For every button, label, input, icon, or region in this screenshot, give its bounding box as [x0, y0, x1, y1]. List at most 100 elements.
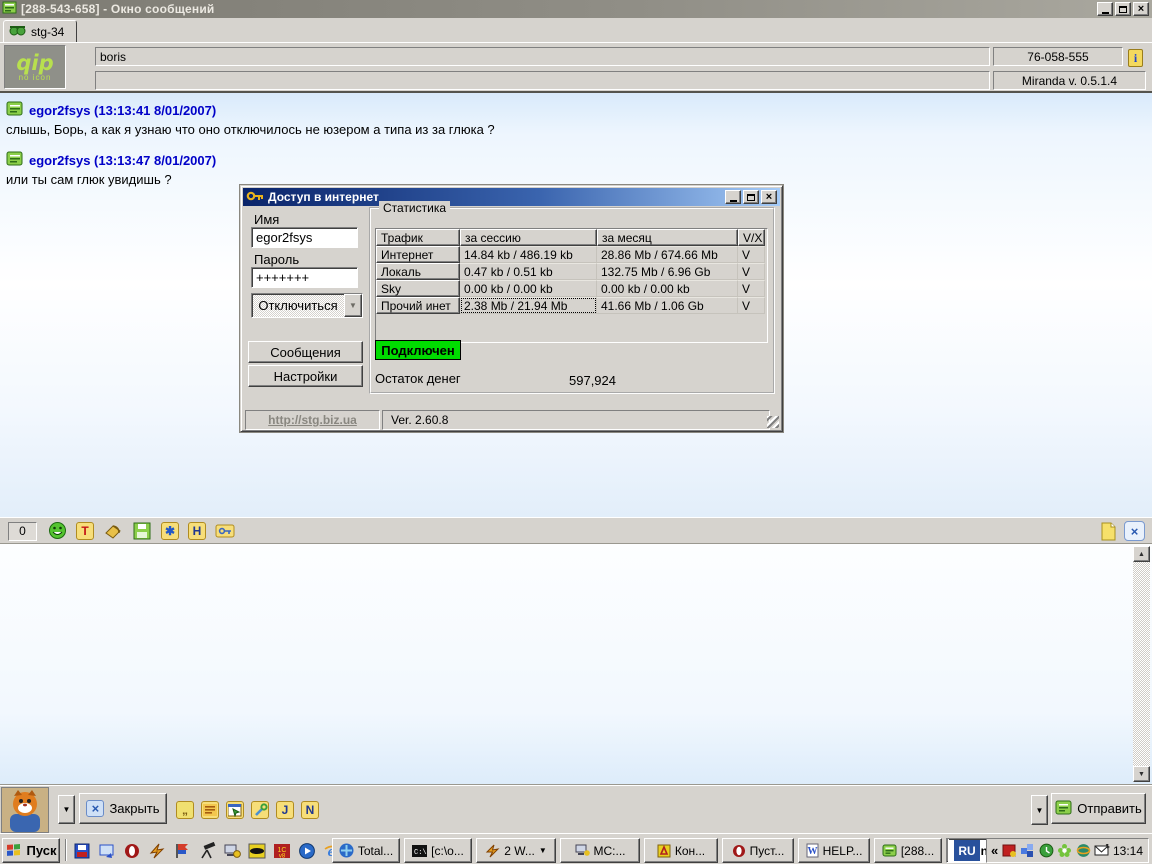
column-header[interactable]: за сессию [460, 229, 597, 246]
task-word-help[interactable]: W HELP... [798, 838, 870, 863]
colored-flag-icon[interactable] [171, 840, 192, 862]
tools-wrench-icon[interactable] [251, 801, 269, 819]
opera-icon[interactable] [121, 840, 142, 862]
tab-stg-34[interactable]: stg-34 [3, 20, 77, 42]
taskbar-separator [947, 839, 949, 861]
row-header[interactable]: Прочий инет [376, 297, 460, 314]
floppy-icon[interactable] [71, 840, 92, 862]
task-console[interactable]: C:\ [c:\o... [404, 838, 472, 863]
tray-network-icon[interactable] [1020, 842, 1036, 859]
remote-computer-icon[interactable] [221, 840, 242, 862]
notes-icon[interactable]: N [301, 801, 319, 819]
minimize-button[interactable] [1097, 2, 1113, 16]
table-cell[interactable]: V [738, 246, 765, 263]
table-cell[interactable]: 132.75 Mb / 6.96 Gb [597, 263, 738, 280]
table-cell[interactable]: 28.86 Mb / 674.66 Mb [597, 246, 738, 263]
background-color-icon[interactable] [103, 521, 123, 541]
chevron-down-icon[interactable]: ▼ [344, 294, 362, 317]
window-select-icon[interactable] [226, 801, 244, 819]
tab-label: stg-34 [31, 25, 64, 39]
key-manage-icon[interactable] [215, 521, 235, 541]
scrollbar[interactable]: ▲ ▼ [1133, 546, 1150, 782]
close-button[interactable]: × [1133, 2, 1149, 16]
tray-icq-flower-icon[interactable] [1057, 842, 1073, 859]
tray-clock[interactable]: 13:14 [1113, 844, 1143, 858]
version-text: Ver. 2.60.8 [391, 413, 448, 427]
send-button[interactable]: Отправить [1051, 793, 1146, 824]
password-input[interactable] [251, 267, 358, 288]
column-header[interactable]: Трафик [376, 229, 460, 246]
message-input[interactable]: ▲ ▼ [0, 543, 1152, 785]
row-header[interactable]: Sky [376, 280, 460, 297]
task-opera-page[interactable]: Пуст... [722, 838, 794, 863]
scroll-up-icon[interactable]: ▲ [1133, 546, 1150, 562]
tray-mail-icon[interactable] [1094, 842, 1110, 859]
task-buttons: Total... C:\ [c:\o... 2 W... ▼ МС:... Ко… [332, 838, 1020, 863]
stg-website-link[interactable]: http://stg.biz.ua [268, 413, 357, 427]
quote-icon[interactable]: „ [176, 801, 194, 819]
table-cell[interactable]: V [738, 297, 765, 314]
table-cell-focused[interactable]: 2.38 Mb / 21.94 Mb [460, 297, 597, 314]
1c-icon[interactable]: 1Сv8 [271, 840, 292, 862]
tray-messenger-icon[interactable] [1001, 842, 1017, 859]
send-message-icon [1055, 800, 1072, 818]
start-button[interactable]: Пуск [2, 838, 60, 863]
table-cell[interactable]: 0.00 kb / 0.00 kb [460, 280, 597, 297]
resize-grip[interactable] [767, 416, 779, 428]
media-player-icon[interactable] [296, 840, 317, 862]
table-cell[interactable]: 41.66 Mb / 1.06 Gb [597, 297, 738, 314]
task-far-group[interactable]: 2 W... ▼ [476, 838, 556, 863]
tray-timer-icon[interactable] [1038, 842, 1054, 859]
new-note-icon[interactable] [1098, 521, 1118, 541]
dialog-maximize-button[interactable] [743, 190, 759, 204]
close-options-chevron-icon[interactable]: ▼ [58, 795, 75, 824]
template-icon[interactable] [201, 801, 219, 819]
task-total-commander[interactable]: Total... [332, 838, 400, 863]
messages-button[interactable]: Сообщения [248, 341, 363, 363]
far-manager-icon[interactable] [146, 840, 167, 862]
snowflake-file-icon[interactable]: ✱ [161, 522, 179, 540]
close-tab-icon[interactable]: × [1124, 521, 1145, 541]
language-indicator[interactable]: RU [954, 840, 980, 861]
table-cell[interactable]: 14.84 kb / 486.19 kb [460, 246, 597, 263]
telescope-icon[interactable] [196, 840, 217, 862]
row-header[interactable]: Локаль [376, 263, 460, 280]
journal-icon[interactable]: J [276, 801, 294, 819]
message-author: egor2fsys (13:13:41 8/01/2007) [29, 103, 216, 118]
column-header[interactable]: V/X [738, 229, 765, 246]
user-details-icon[interactable]: i [1128, 49, 1143, 67]
scroll-down-icon[interactable]: ▼ [1133, 766, 1150, 782]
task-message-window[interactable]: [288... [874, 838, 942, 863]
task-console-2[interactable]: Кон... [644, 838, 718, 863]
send-options-chevron-icon[interactable]: ▼ [1031, 795, 1048, 825]
tray-globe-icon[interactable] [1075, 842, 1091, 859]
show-desktop-icon[interactable] [96, 840, 117, 862]
tray-collapse-chevron[interactable]: « [991, 843, 998, 858]
disconnect-combo[interactable]: Отключиться ▼ [251, 293, 363, 318]
smiley-icon[interactable] [47, 521, 67, 541]
name-field: boris [95, 47, 990, 66]
task-mc[interactable]: МС:... [560, 838, 640, 863]
batman-icon[interactable] [246, 840, 267, 862]
login-input[interactable] [251, 227, 358, 248]
qip-logo-sub: no icon [19, 73, 52, 82]
settings-button[interactable]: Настройки [248, 365, 363, 387]
close-chat-button[interactable]: × Закрыть [79, 793, 167, 824]
row-header[interactable]: Интернет [376, 246, 460, 263]
chevron-down-icon: ▼ [539, 846, 547, 855]
window-titlebar[interactable]: [288-543-658] - Окно сообщений × [0, 0, 1152, 18]
table-cell[interactable]: 0.47 kb / 0.51 kb [460, 263, 597, 280]
save-icon[interactable] [132, 521, 152, 541]
windows-logo-icon [6, 842, 22, 860]
table-cell[interactable]: V [738, 263, 765, 280]
history-icon[interactable]: H [188, 522, 206, 540]
dialog-close-button[interactable]: × [761, 190, 777, 204]
svg-text:W: W [807, 846, 817, 857]
table-cell[interactable]: 0.00 kb / 0.00 kb [597, 280, 738, 297]
table-cell[interactable]: V [738, 280, 765, 297]
font-color-icon[interactable]: T [76, 522, 94, 540]
restore-button[interactable] [1115, 2, 1131, 16]
column-header[interactable]: за месяц [597, 229, 738, 246]
dialog-titlebar[interactable]: Доступ в интернет × [243, 188, 780, 206]
dialog-minimize-button[interactable] [725, 190, 741, 204]
